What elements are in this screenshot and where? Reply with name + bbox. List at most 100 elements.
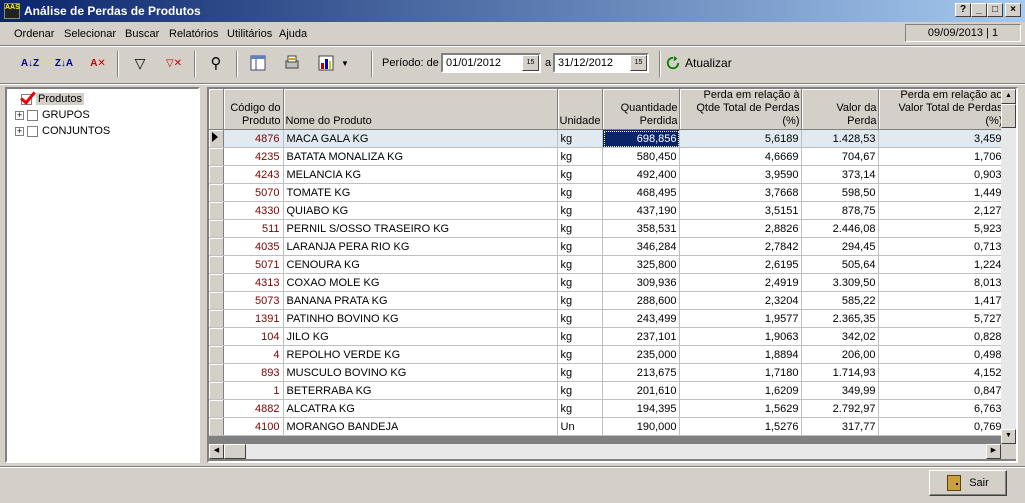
checkbox-icon[interactable] <box>27 109 38 121</box>
cell-name[interactable]: REPOLHO VERDE KG <box>283 345 558 364</box>
cell-code[interactable]: 1391 <box>223 309 284 328</box>
menu-ajuda[interactable]: Ajuda <box>279 28 307 40</box>
clear-sort-icon[interactable]: A✕ <box>86 52 110 74</box>
row-indicator[interactable] <box>209 399 224 418</box>
clear-filter-icon[interactable]: ▽✕ <box>162 52 186 74</box>
date-to-calendar-icon[interactable]: 15 <box>630 55 647 71</box>
cell-code[interactable]: 1 <box>223 381 284 400</box>
cell-value[interactable]: 206,00 <box>801 345 880 364</box>
maximize-button[interactable]: □ <box>987 3 1003 17</box>
cell-unit[interactable]: kg <box>557 255 604 274</box>
menu-utilitarios[interactable]: Utilitários <box>227 28 272 40</box>
cell-name[interactable]: BETERRABA KG <box>283 381 558 400</box>
cell-code[interactable]: 4876 <box>223 129 284 148</box>
cell-pct-qty[interactable]: 2,6195 <box>679 255 803 274</box>
cell-code[interactable]: 4100 <box>223 417 284 436</box>
cell-qty[interactable]: 213,675 <box>602 363 681 382</box>
table-row[interactable]: 4876 MACA GALA KG kg 698,856 5,6189 1.428,53 3… <box>209 129 1006 148</box>
cell-unit[interactable]: kg <box>557 327 604 346</box>
row-indicator[interactable] <box>209 219 224 238</box>
table-row[interactable]: 4100 MORANGO BANDEJA Un 190,000 1,5276 317,77… <box>209 417 1006 436</box>
cell-qty[interactable]: 237,101 <box>602 327 681 346</box>
cell-qty[interactable]: 358,531 <box>602 219 681 238</box>
cell-pct-qty[interactable]: 2,8826 <box>679 219 803 238</box>
cell-qty[interactable]: 309,936 <box>602 273 681 292</box>
table-row[interactable]: 4035 LARANJA PERA RIO KG kg 346,284 2,7842 29… <box>209 237 1006 256</box>
cell-name[interactable]: CENOURA KG <box>283 255 558 274</box>
cell-pct-value[interactable]: 0,828 <box>878 327 1006 346</box>
cell-unit[interactable]: kg <box>557 147 604 166</box>
cell-name[interactable]: BANANA PRATA KG <box>283 291 558 310</box>
col-header-name[interactable]: Nome do Produto <box>283 89 558 130</box>
cell-qty[interactable]: 243,499 <box>602 309 681 328</box>
vertical-scrollbar[interactable]: ▲ ▼ <box>1001 89 1016 444</box>
cell-pct-value[interactable]: 1,449 <box>878 183 1006 202</box>
scroll-up-icon[interactable]: ▲ <box>1001 89 1016 104</box>
row-indicator[interactable] <box>209 273 224 292</box>
cell-pct-value[interactable]: 1,417 <box>878 291 1006 310</box>
sort-ascending-icon[interactable]: A↓Z <box>18 52 42 74</box>
cell-pct-qty[interactable]: 1,9063 <box>679 327 803 346</box>
cell-pct-value[interactable]: 5,923 <box>878 219 1006 238</box>
cell-value[interactable]: 2.446,08 <box>801 219 880 238</box>
expand-icon[interactable]: + <box>15 110 24 120</box>
help-button[interactable]: ? <box>955 3 971 17</box>
row-indicator[interactable] <box>209 255 224 274</box>
cell-pct-value[interactable]: 8,013 <box>878 273 1006 292</box>
cell-pct-qty[interactable]: 4,6669 <box>679 147 803 166</box>
checkbox-icon[interactable] <box>27 125 38 137</box>
cell-name[interactable]: COXAO MOLE KG <box>283 273 558 292</box>
cell-pct-value[interactable]: 0,498 <box>878 345 1006 364</box>
cell-pct-value[interactable]: 1,706 <box>878 147 1006 166</box>
tree-item-conjuntos[interactable]: + CONJUNTOS <box>15 123 110 139</box>
row-indicator[interactable] <box>209 363 224 382</box>
cell-value[interactable]: 1.428,53 <box>801 129 880 148</box>
row-indicator[interactable] <box>209 147 224 166</box>
cell-code[interactable]: 4235 <box>223 147 284 166</box>
row-indicator[interactable] <box>209 165 224 184</box>
binoculars-search-icon[interactable]: ⚲ <box>204 52 228 74</box>
menu-ordenar[interactable]: Ordenar <box>14 28 54 40</box>
cell-pct-qty[interactable]: 1,6209 <box>679 381 803 400</box>
col-header-code[interactable]: Código do Produto <box>223 89 284 130</box>
cell-unit[interactable]: kg <box>557 381 604 400</box>
cell-code[interactable]: 893 <box>223 363 284 382</box>
minimize-button[interactable]: _ <box>971 3 987 17</box>
col-header-value[interactable]: Valor da Perda <box>801 89 880 130</box>
menu-relatorios[interactable]: Relatórios <box>169 28 219 40</box>
cell-value[interactable]: 373,14 <box>801 165 880 184</box>
row-indicator[interactable] <box>209 417 224 436</box>
cell-value[interactable]: 878,75 <box>801 201 880 220</box>
cell-qty[interactable]: 492,400 <box>602 165 681 184</box>
table-row[interactable]: 5073 BANANA PRATA KG kg 288,600 2,3204 585,22… <box>209 291 1006 310</box>
cell-name[interactable]: QUIABO KG <box>283 201 558 220</box>
cell-unit[interactable]: kg <box>557 219 604 238</box>
col-header-pct-value[interactable]: Perda em relação ao Valor Total de Perda… <box>878 89 1006 130</box>
cell-pct-value[interactable]: 1,224 <box>878 255 1006 274</box>
sort-descending-icon[interactable]: Z↓A <box>52 52 76 74</box>
cell-pct-qty[interactable]: 5,6189 <box>679 129 803 148</box>
horizontal-scroll-thumb[interactable] <box>224 444 246 459</box>
cell-value[interactable]: 585,22 <box>801 291 880 310</box>
cell-name[interactable]: PERNIL S/OSSO TRASEIRO KG <box>283 219 558 238</box>
cell-value[interactable]: 317,77 <box>801 417 880 436</box>
cell-pct-value[interactable]: 4,152 <box>878 363 1006 382</box>
cell-unit[interactable]: kg <box>557 291 604 310</box>
row-indicator[interactable] <box>209 201 224 220</box>
cell-pct-qty[interactable]: 1,8894 <box>679 345 803 364</box>
scroll-left-icon[interactable]: ◀ <box>209 444 224 459</box>
cell-pct-qty[interactable]: 3,5151 <box>679 201 803 220</box>
cell-code[interactable]: 4243 <box>223 165 284 184</box>
table-row[interactable]: 4 REPOLHO VERDE KG kg 235,000 1,8894 206,00 0,… <box>209 345 1006 364</box>
cell-value[interactable]: 2.792,97 <box>801 399 880 418</box>
cell-unit[interactable]: kg <box>557 201 604 220</box>
cell-name[interactable]: LARANJA PERA RIO KG <box>283 237 558 256</box>
cell-unit[interactable]: kg <box>557 363 604 382</box>
row-indicator[interactable] <box>209 345 224 364</box>
cell-value[interactable]: 294,45 <box>801 237 880 256</box>
table-row[interactable]: 1 BETERRABA KG kg 201,610 1,6209 349,99 0,847 <box>209 381 1006 400</box>
cell-pct-qty[interactable]: 1,5629 <box>679 399 803 418</box>
menu-buscar[interactable]: Buscar <box>125 28 159 40</box>
table-row[interactable]: 4313 COXAO MOLE KG kg 309,936 2,4919 3.309,50… <box>209 273 1006 292</box>
cell-unit[interactable]: kg <box>557 399 604 418</box>
